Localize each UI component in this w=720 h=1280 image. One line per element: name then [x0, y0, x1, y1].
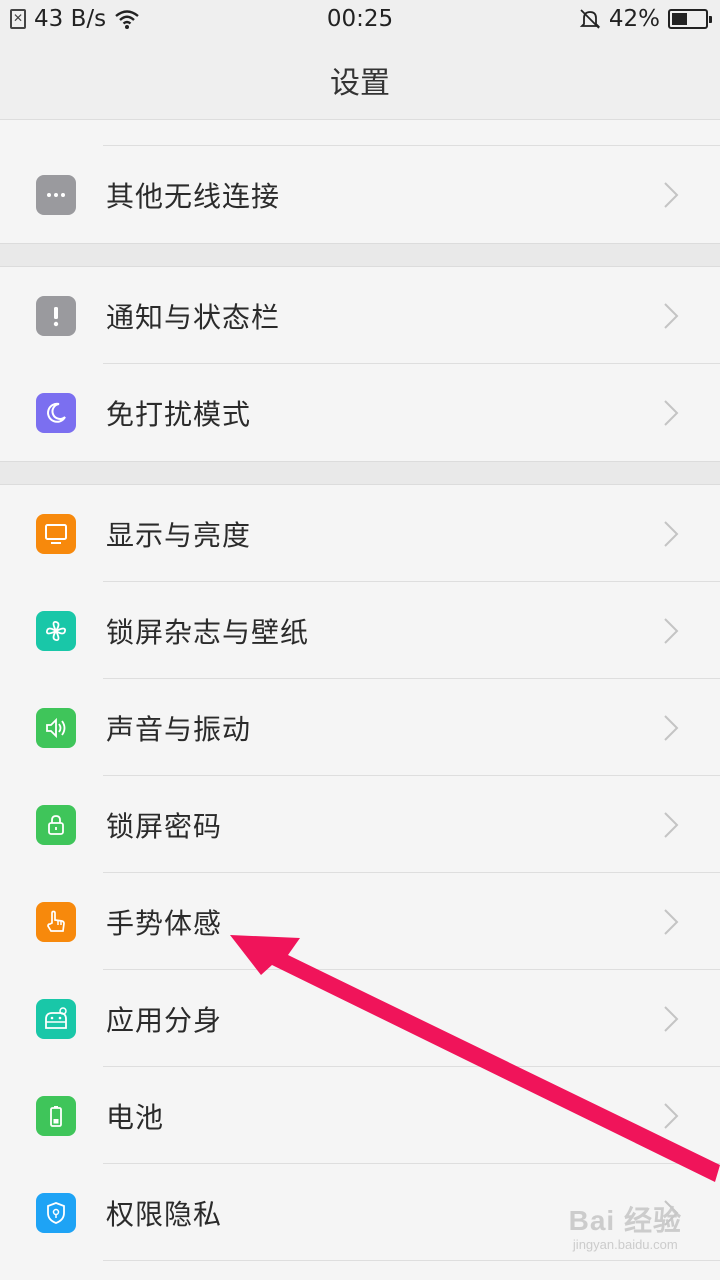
- status-right: 42%: [579, 6, 712, 32]
- app-clone-icon: [36, 998, 76, 1039]
- row-label: 锁屏杂志与壁纸: [106, 615, 310, 649]
- settings-list: 其他无线连接 通知与状态栏 免打扰模式 显示与亮度 锁屏杂志与壁纸 声音与振动 …: [0, 120, 720, 1261]
- chevron-right-icon: [664, 1102, 679, 1129]
- group-separator: [0, 461, 720, 485]
- pinwheel-icon: [36, 610, 76, 651]
- status-left: ✕ 43 B/s: [10, 6, 140, 32]
- row-label: 锁屏密码: [106, 809, 223, 843]
- settings-row-sound[interactable]: 声音与振动: [0, 679, 720, 776]
- row-label: 权限隐私: [106, 1197, 223, 1231]
- settings-screen: ✕ 43 B/s 00:25 42% 设置 其他无线连接 通知与状态栏 免打扰模…: [0, 0, 720, 1280]
- chevron-right-icon: [664, 908, 679, 935]
- status-bar: ✕ 43 B/s 00:25 42%: [0, 0, 720, 40]
- lock-icon: [36, 804, 76, 845]
- watermark-main: Bai 经验: [568, 1205, 682, 1236]
- watermark-sub: jingyan.baidu.com: [572, 1237, 678, 1252]
- row-label: 通知与状态栏: [106, 300, 281, 334]
- more-dots-icon: [36, 174, 76, 215]
- baidu-watermark: Bai 经验 jingyan.baidu.com: [569, 1199, 682, 1252]
- list-top-sliver: [0, 120, 720, 146]
- chevron-right-icon: [664, 714, 679, 741]
- hand-gesture-icon: [36, 901, 76, 942]
- chevron-right-icon: [664, 811, 679, 838]
- page-title: 设置: [330, 65, 390, 101]
- row-label: 电池: [106, 1100, 165, 1134]
- row-label: 声音与振动: [106, 712, 252, 746]
- battery-icon: [668, 9, 712, 29]
- battery-percent: 42%: [608, 6, 660, 32]
- row-label: 免打扰模式: [106, 397, 252, 431]
- bell-muted-icon: [579, 9, 601, 29]
- row-label: 应用分身: [106, 1003, 223, 1037]
- settings-row-battery[interactable]: 电池: [0, 1067, 720, 1164]
- settings-row-lock-password[interactable]: 锁屏密码: [0, 776, 720, 873]
- chevron-right-icon: [664, 399, 679, 426]
- settings-row-other-wireless[interactable]: 其他无线连接: [0, 146, 720, 243]
- battery-icon: [36, 1095, 76, 1136]
- row-label: 其他无线连接: [106, 179, 281, 213]
- settings-row-do-not-disturb[interactable]: 免打扰模式: [0, 364, 720, 461]
- chevron-right-icon: [664, 617, 679, 644]
- chevron-right-icon: [664, 520, 679, 547]
- chevron-right-icon: [664, 302, 679, 329]
- page-header: 设置: [0, 40, 720, 120]
- no-sim-icon: ✕: [10, 9, 26, 29]
- settings-row-app-clone[interactable]: 应用分身: [0, 970, 720, 1067]
- moon-icon: [36, 392, 76, 433]
- chevron-right-icon: [664, 1005, 679, 1032]
- group-separator: [0, 243, 720, 267]
- settings-row-display[interactable]: 显示与亮度: [0, 485, 720, 582]
- settings-row-notifications[interactable]: 通知与状态栏: [0, 267, 720, 364]
- row-label: 显示与亮度: [106, 518, 252, 552]
- wifi-icon: [115, 10, 139, 29]
- monitor-icon: [36, 513, 76, 554]
- row-label: 手势体感: [106, 906, 223, 940]
- network-speed: 43 B/s: [34, 6, 107, 32]
- settings-row-gestures[interactable]: 手势体感: [0, 873, 720, 970]
- settings-row-lockscreen-wallpaper[interactable]: 锁屏杂志与壁纸: [0, 582, 720, 679]
- shield-icon: [36, 1192, 76, 1233]
- chevron-right-icon: [664, 181, 679, 208]
- exclamation-icon: [36, 295, 76, 336]
- battery-fill: [672, 13, 687, 25]
- speaker-icon: [36, 707, 76, 748]
